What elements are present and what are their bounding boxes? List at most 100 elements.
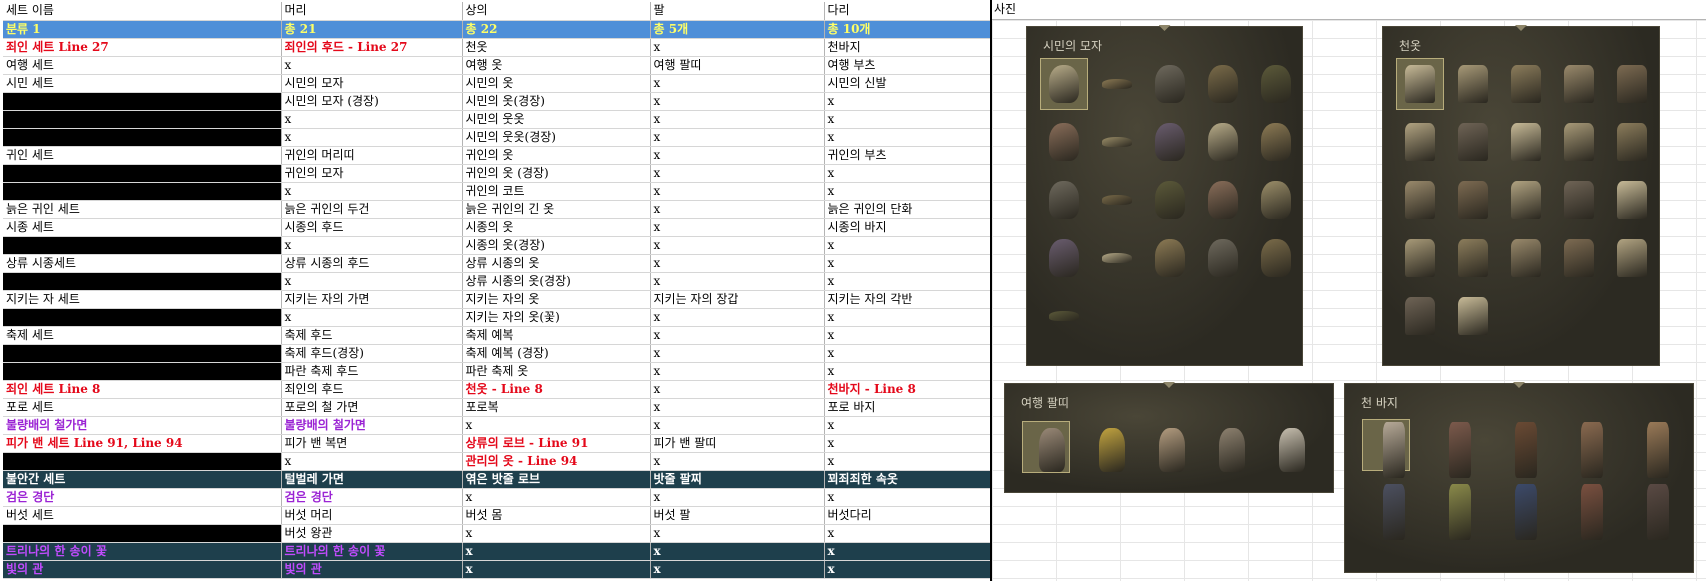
set-name-cell[interactable] <box>3 344 282 363</box>
set-name-cell[interactable]: 죄인 세트 Line 8 <box>3 380 282 399</box>
set-name-cell[interactable]: 축제 세트 <box>3 326 282 345</box>
item-slot[interactable] <box>1609 233 1655 283</box>
arm-cell[interactable]: x <box>650 524 825 543</box>
head-cell[interactable]: 버섯 머리 <box>281 506 463 525</box>
photo-column-header[interactable]: 사진 <box>992 0 1706 20</box>
item-slot[interactable] <box>1253 59 1299 109</box>
top-cell[interactable]: 귀인의 옷 (경장) <box>462 164 651 183</box>
arm-cell[interactable]: 지키는 자의 장갑 <box>650 290 825 309</box>
item-slot[interactable] <box>1495 482 1541 540</box>
arm-cell[interactable]: x <box>650 416 825 435</box>
set-name-cell[interactable]: 버섯 세트 <box>3 506 282 525</box>
leg-cell[interactable]: x <box>824 416 992 435</box>
head-cell[interactable]: 버섯 왕관 <box>281 524 463 543</box>
leg-cell[interactable]: x <box>824 524 992 543</box>
item-slot[interactable] <box>1253 233 1299 283</box>
item-slot[interactable] <box>1561 420 1607 478</box>
item-slot[interactable] <box>1450 175 1496 225</box>
leg-cell[interactable]: x <box>824 92 992 111</box>
leg-cell[interactable]: x <box>824 308 992 327</box>
item-slot[interactable] <box>1627 420 1673 478</box>
item-slot[interactable] <box>1450 59 1496 109</box>
top-cell[interactable]: 여행 옷 <box>462 56 651 75</box>
summary-cell[interactable]: 총 10개 <box>824 20 992 39</box>
leg-cell[interactable]: 시민의 신발 <box>824 74 992 93</box>
arm-cell[interactable]: x <box>650 560 825 579</box>
item-slot[interactable] <box>1041 291 1087 341</box>
leg-cell[interactable]: x <box>824 560 992 579</box>
set-name-cell[interactable] <box>3 164 282 183</box>
arm-cell[interactable]: x <box>650 398 825 417</box>
top-cell[interactable]: 관리의 옷 - Line 94 <box>462 452 651 471</box>
set-name-cell[interactable]: 검은 경단 <box>3 488 282 507</box>
head-cell[interactable]: 시종의 후드 <box>281 218 463 237</box>
leg-cell[interactable]: 포로 바지 <box>824 398 992 417</box>
arm-cell[interactable]: 밧줄 팔찌 <box>650 470 825 489</box>
top-cell[interactable]: 시민의 웃옷(경장) <box>462 128 651 147</box>
top-cell[interactable]: 천옷 - Line 8 <box>462 380 651 399</box>
set-name-cell[interactable]: 트리나의 한 송이 꽃 <box>3 542 282 561</box>
set-name-cell[interactable]: 시종 세트 <box>3 218 282 237</box>
set-name-cell[interactable]: 늙은 귀인 세트 <box>3 200 282 219</box>
item-slot[interactable] <box>1503 233 1549 283</box>
item-slot[interactable] <box>1397 175 1443 225</box>
item-slot[interactable] <box>1094 175 1140 225</box>
leg-cell[interactable]: x <box>824 182 992 201</box>
arm-cell[interactable]: 피가 밴 팔띠 <box>650 434 825 453</box>
leg-cell[interactable]: x <box>824 344 992 363</box>
top-cell[interactable]: 시종의 옷 <box>462 218 651 237</box>
set-name-cell[interactable] <box>3 92 282 111</box>
item-slot[interactable] <box>1143 422 1189 472</box>
head-cell[interactable]: 귀인의 머리띠 <box>281 146 463 165</box>
item-slot[interactable] <box>1147 117 1193 167</box>
head-cell[interactable]: 피가 밴 복면 <box>281 434 463 453</box>
head-cell[interactable]: 지키는 자의 가면 <box>281 290 463 309</box>
top-cell[interactable]: 시종의 옷(경장) <box>462 236 651 255</box>
summary-cell[interactable]: 총 21 <box>281 20 463 39</box>
item-slot[interactable] <box>1609 59 1655 109</box>
top-cell[interactable]: x <box>462 542 651 561</box>
column-header[interactable]: 세트 이름 <box>3 2 282 21</box>
leg-cell[interactable]: x <box>824 128 992 147</box>
arm-cell[interactable]: x <box>650 362 825 381</box>
set-name-cell[interactable] <box>3 362 282 381</box>
arm-cell[interactable]: x <box>650 218 825 237</box>
top-cell[interactable]: 포로복 <box>462 398 651 417</box>
top-cell[interactable]: 파란 축제 옷 <box>462 362 651 381</box>
set-name-cell[interactable] <box>3 182 282 201</box>
head-cell[interactable]: x <box>281 452 463 471</box>
arm-cell[interactable]: x <box>650 488 825 507</box>
item-slot[interactable] <box>1094 59 1140 109</box>
top-cell[interactable]: 버섯 몸 <box>462 506 651 525</box>
head-cell[interactable]: x <box>281 128 463 147</box>
set-name-cell[interactable]: 포로 세트 <box>3 398 282 417</box>
item-slot[interactable] <box>1503 59 1549 109</box>
head-cell[interactable]: 축제 후드 <box>281 326 463 345</box>
head-cell[interactable]: x <box>281 236 463 255</box>
item-slot[interactable] <box>1362 419 1410 478</box>
item-slot[interactable] <box>1556 59 1602 109</box>
leg-cell[interactable]: 꾀죄죄한 속옷 <box>824 470 992 489</box>
top-cell[interactable]: x <box>462 488 651 507</box>
item-slot[interactable] <box>1397 233 1443 283</box>
item-slot[interactable] <box>1503 175 1549 225</box>
leg-cell[interactable]: x <box>824 110 992 129</box>
head-cell[interactable]: 포로의 철 가면 <box>281 398 463 417</box>
column-header[interactable]: 상의 <box>462 2 651 21</box>
top-cell[interactable]: 지키는 자의 옷(꽃) <box>462 308 651 327</box>
arm-cell[interactable]: x <box>650 308 825 327</box>
head-cell[interactable]: 귀인의 모자 <box>281 164 463 183</box>
set-name-cell[interactable] <box>3 524 282 543</box>
set-name-cell[interactable]: 죄인 세트 Line 27 <box>3 38 282 57</box>
leg-cell[interactable]: 지키는 자의 각반 <box>824 290 992 309</box>
top-cell[interactable]: x <box>462 416 651 435</box>
leg-cell[interactable]: x <box>824 488 992 507</box>
set-name-cell[interactable]: 상류 시종세트 <box>3 254 282 273</box>
leg-cell[interactable]: 천바지 - Line 8 <box>824 380 992 399</box>
leg-cell[interactable]: 귀인의 부츠 <box>824 146 992 165</box>
arm-cell[interactable]: x <box>650 542 825 561</box>
head-cell[interactable]: x <box>281 272 463 291</box>
item-slot[interactable] <box>1556 233 1602 283</box>
arm-cell[interactable]: x <box>650 344 825 363</box>
head-cell[interactable]: 트리나의 한 송이 꽃 <box>281 542 463 561</box>
